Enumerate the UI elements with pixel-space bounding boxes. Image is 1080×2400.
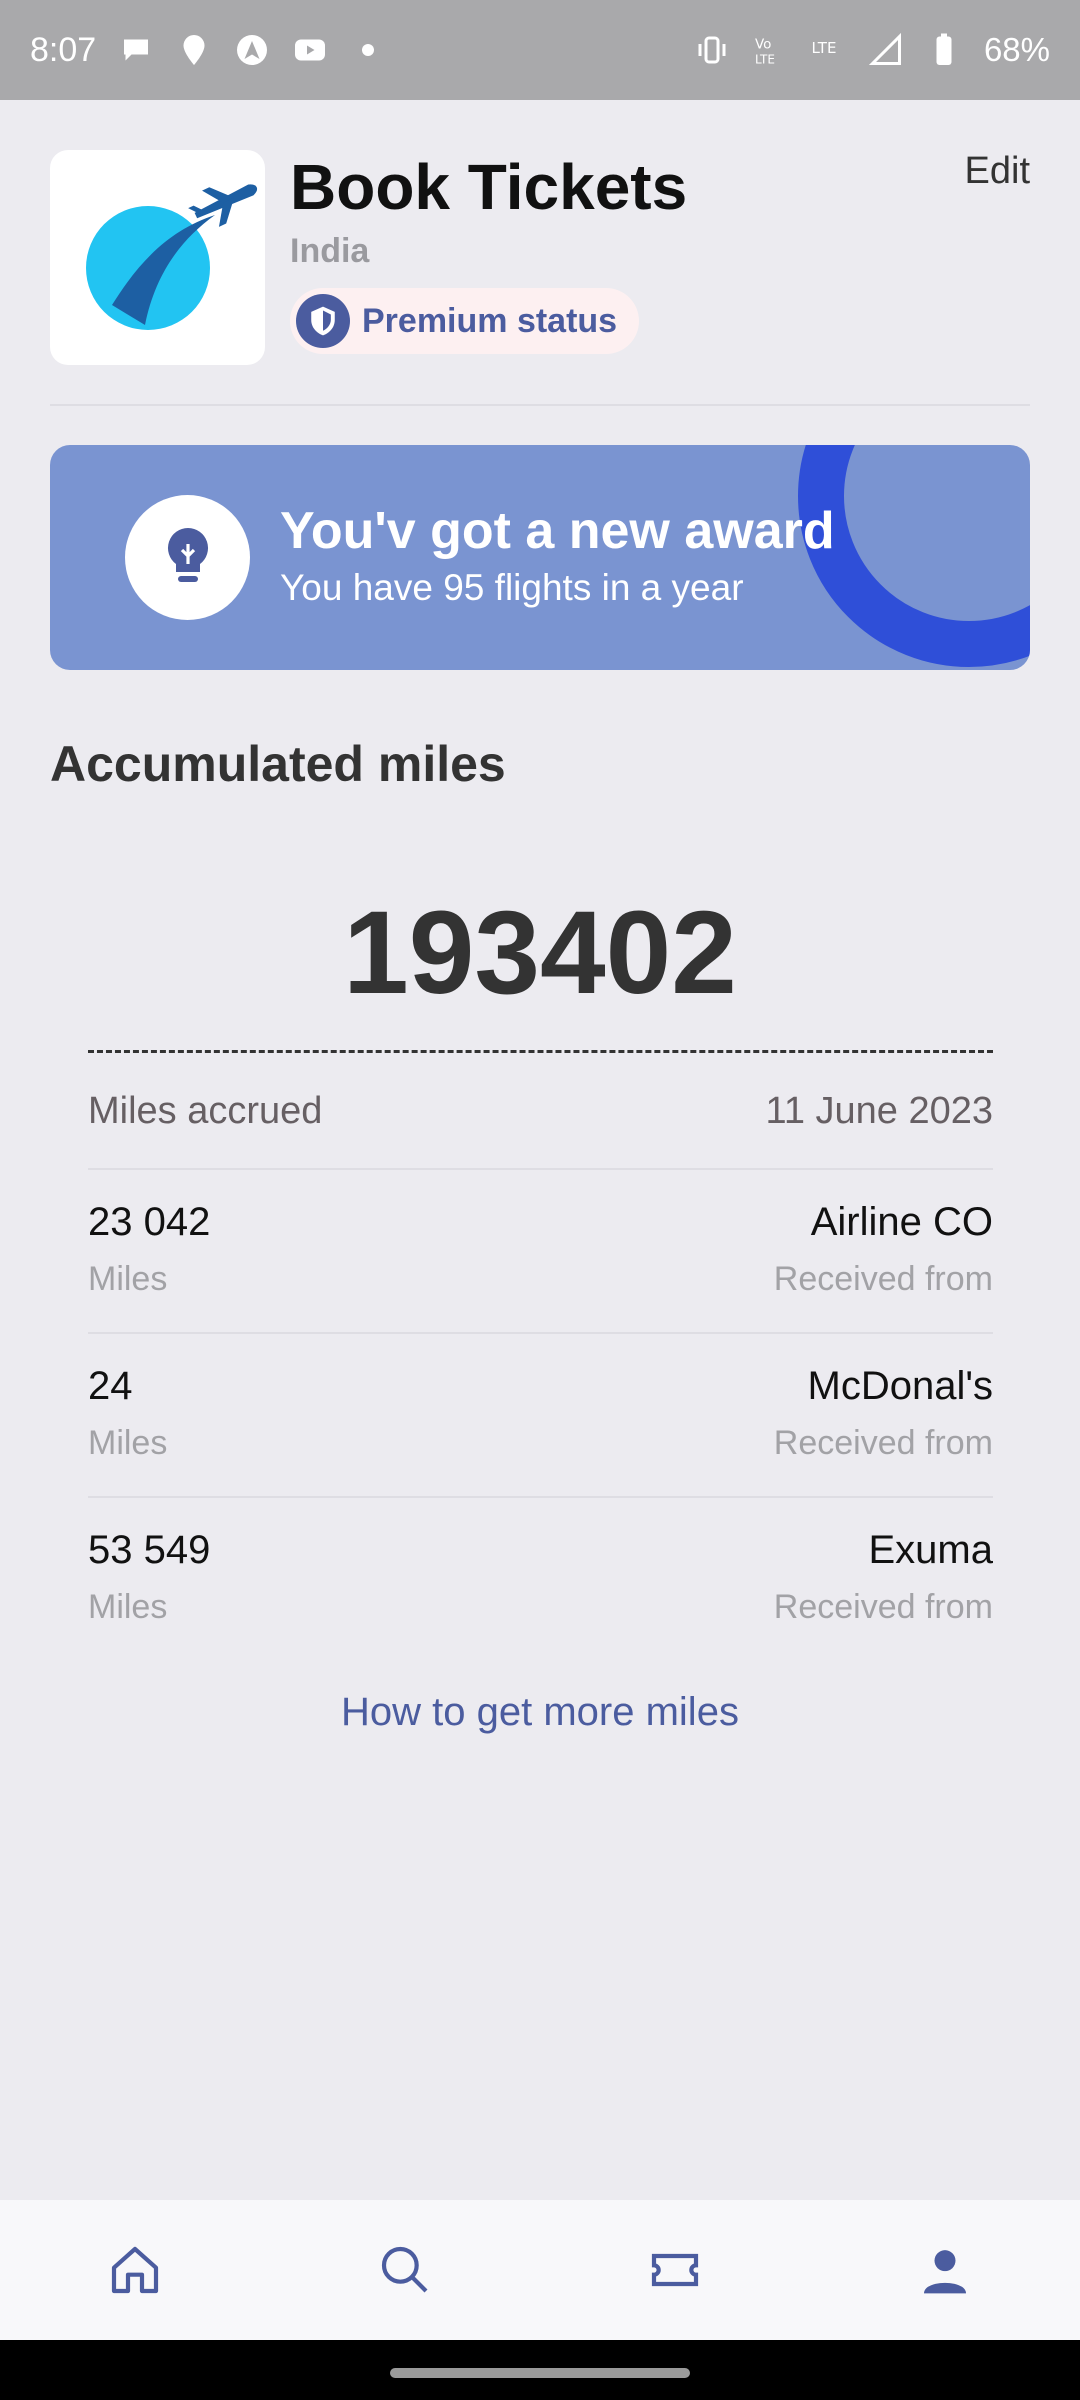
award-banner[interactable]: You'v got a new award You have 95 flight… xyxy=(50,445,1030,670)
miles-unit: Miles xyxy=(88,1588,168,1626)
volte-icon: VoLTE xyxy=(755,37,775,67)
list-item[interactable]: 23 042 Miles Airline CO Received from xyxy=(88,1168,993,1332)
status-right: Vo LTE LTE 68% xyxy=(694,31,1050,69)
svg-text:LTE: LTE xyxy=(755,53,775,67)
dot-icon xyxy=(362,44,375,56)
miles-unit: Miles xyxy=(88,1424,168,1462)
youtube-icon xyxy=(295,39,326,61)
miles-amount: 23 042 xyxy=(88,1200,211,1244)
svg-text:Vo: Vo xyxy=(755,37,771,53)
award-title: You'v got a new award xyxy=(280,502,835,560)
status-time: 8:07 xyxy=(30,30,97,69)
home-icon xyxy=(111,2246,159,2294)
total-miles: 193402 xyxy=(343,887,737,1019)
miles-source: Exuma xyxy=(868,1528,994,1572)
status-badge: Premium status xyxy=(290,288,640,354)
status-left: 8:07 xyxy=(30,31,386,70)
list-item[interactable]: 53 549 Miles Exuma Received from xyxy=(88,1496,993,1660)
signal-icon xyxy=(868,32,901,65)
lightbulb-icon xyxy=(125,495,250,620)
accrued-label: Miles accrued xyxy=(88,1090,323,1132)
svg-text:LTE: LTE xyxy=(811,39,836,57)
location-icon xyxy=(183,35,205,65)
battery-icon xyxy=(936,33,952,65)
miles-source: Airline CO xyxy=(810,1200,993,1244)
section-title: Accumulated miles xyxy=(50,736,506,792)
nav-profile[interactable] xyxy=(905,2230,985,2310)
miles-list: 23 042 Miles Airline CO Received from 24… xyxy=(88,1168,993,1660)
chat-icon xyxy=(124,39,149,61)
country-label: India xyxy=(290,232,370,270)
bottom-navigation xyxy=(0,2200,1080,2340)
received-label: Received from xyxy=(773,1260,993,1298)
status-bar: 8:07 Vo LTE LTE 68% xyxy=(0,0,1080,100)
miles-amount: 53 549 xyxy=(88,1528,211,1572)
received-label: Received from xyxy=(773,1588,993,1626)
miles-amount: 24 xyxy=(88,1364,133,1408)
nav-search[interactable] xyxy=(365,2230,445,2310)
accrued-row: Miles accrued 11 June 2023 xyxy=(88,1090,993,1133)
battery-percent: 68% xyxy=(983,31,1050,68)
accrued-date: 11 June 2023 xyxy=(765,1090,994,1132)
profile-icon xyxy=(924,2250,966,2294)
dashed-divider xyxy=(88,1050,993,1053)
shield-icon xyxy=(296,294,350,348)
home-indicator[interactable] xyxy=(390,2368,690,2378)
list-item[interactable]: 24 Miles McDonal's Received from xyxy=(88,1332,993,1496)
nav-tickets[interactable] xyxy=(635,2230,715,2310)
ticket-icon xyxy=(651,2253,699,2287)
nav-home[interactable] xyxy=(95,2230,175,2310)
award-subtitle: You have 95 flights in a year xyxy=(280,567,744,608)
edit-button[interactable]: Edit xyxy=(965,150,1030,193)
lte-icon: LTE xyxy=(811,39,836,57)
search-icon xyxy=(381,2246,428,2293)
plane-globe-icon xyxy=(86,184,258,330)
divider xyxy=(50,404,1030,406)
page-title: Book Tickets xyxy=(290,151,688,223)
received-label: Received from xyxy=(773,1424,993,1462)
maps-icon xyxy=(237,35,268,65)
badge-label: Premium status xyxy=(362,301,618,340)
vibrate-icon xyxy=(698,36,726,64)
profile-header: Book Tickets India Premium status Edit xyxy=(50,150,1030,365)
more-miles-link[interactable]: How to get more miles xyxy=(0,1690,1080,1735)
app-logo xyxy=(50,150,265,365)
miles-unit: Miles xyxy=(88,1260,168,1298)
miles-source: McDonal's xyxy=(807,1364,993,1408)
